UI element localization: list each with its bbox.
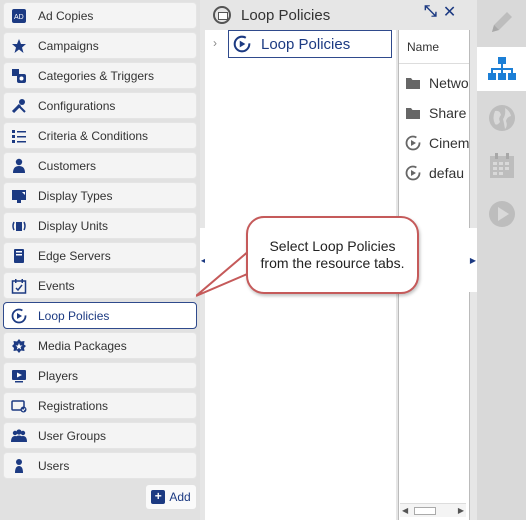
close-icon[interactable]: ✕ — [443, 2, 456, 22]
resource-item-loop-policies[interactable]: Loop Policies — [3, 302, 197, 329]
resource-item-categories-triggers[interactable]: Categories & Triggers — [3, 62, 197, 89]
resource-item-label: Media Packages — [38, 338, 127, 353]
pencil-icon — [491, 12, 512, 32]
scrollbar-thumb[interactable] — [414, 507, 436, 515]
user-groups-icon — [10, 427, 28, 445]
resource-item-label: Display Types — [38, 188, 113, 203]
resource-item-label: Configurations — [38, 98, 116, 113]
scroll-left-icon[interactable]: ◀ — [402, 506, 408, 515]
tab-calendar[interactable] — [477, 144, 526, 188]
list-item[interactable]: Share — [399, 98, 469, 128]
calendar-icon — [489, 153, 514, 178]
resource-item-display-types[interactable]: Display Types — [3, 182, 197, 209]
resource-item-display-units[interactable]: Display Units — [3, 212, 197, 239]
loop-policy-icon — [233, 35, 251, 53]
list-item-label: defau — [429, 165, 465, 181]
column-header-name[interactable]: Name — [399, 30, 469, 64]
list-item[interactable]: Netwo — [399, 68, 469, 98]
tab-globe[interactable] — [477, 96, 526, 140]
calendar-check-icon — [10, 277, 28, 295]
collapse-icon[interactable]: ⤡ — [424, 3, 437, 21]
resource-item-media-packages[interactable]: Media Packages — [3, 332, 197, 359]
add-button-label: Add — [169, 490, 191, 504]
resource-item-players[interactable]: Players — [3, 362, 197, 389]
resource-item-label: Players — [38, 368, 79, 383]
resource-item-label: Events — [38, 278, 75, 293]
svg-text:AD: AD — [14, 14, 24, 21]
resource-item-label: Ad Copies — [38, 8, 94, 23]
player-icon — [10, 367, 28, 385]
customer-icon — [10, 157, 28, 175]
folder-icon — [213, 6, 231, 24]
resource-item-label: User Groups — [38, 428, 107, 443]
server-icon — [10, 247, 28, 265]
list-item-label: Cinem — [429, 135, 470, 151]
loop-policy-icon — [10, 307, 28, 325]
loop-policy-icon — [405, 165, 421, 181]
resource-item-criteria-conditions[interactable]: Criteria & Conditions — [3, 122, 197, 149]
scroll-right-icon[interactable]: ▶ — [458, 506, 464, 515]
column-header-label: Name — [407, 39, 440, 54]
side-tab-bar — [477, 0, 526, 520]
plus-icon: + — [151, 490, 166, 504]
resource-item-edge-servers[interactable]: Edge Servers — [3, 242, 197, 269]
resource-item-label: Categories & Triggers — [38, 68, 155, 83]
resource-item-campaigns[interactable]: Campaigns — [3, 32, 197, 59]
tab-play[interactable] — [477, 192, 526, 236]
resource-item-customers[interactable]: Customers — [3, 152, 197, 179]
loop-policy-icon — [405, 135, 421, 151]
app-window: AD Ad Copies Campaigns Categories & Trig… — [0, 0, 526, 520]
wrench-icon — [10, 97, 28, 115]
categories-icon — [10, 67, 28, 85]
resource-item-registrations[interactable]: Registrations — [3, 392, 197, 419]
resource-item-users[interactable]: Users — [3, 452, 197, 479]
play-icon — [488, 201, 515, 227]
tree-panel-title: Loop Policies — [241, 6, 331, 24]
resource-item-label: Loop Policies — [38, 308, 110, 323]
media-package-icon — [10, 337, 28, 355]
resource-item-label: Users — [38, 458, 70, 473]
resource-item-ad-copies[interactable]: AD Ad Copies — [3, 2, 197, 29]
registration-icon — [10, 397, 28, 415]
display-type-icon — [10, 187, 28, 205]
collapse-right-handle[interactable]: ▶ — [469, 228, 477, 292]
instruction-callout: Select Loop Policies from the resource t… — [246, 216, 419, 294]
star-icon — [10, 37, 28, 55]
resource-item-label: Campaigns — [38, 38, 99, 53]
list-item-label: Netwo — [429, 75, 469, 91]
list-item[interactable]: defau — [399, 158, 469, 188]
display-unit-icon — [10, 217, 28, 235]
criteria-icon — [10, 127, 28, 145]
list-item[interactable]: Cinem — [399, 128, 469, 158]
folder-icon — [406, 108, 420, 119]
tab-edit[interactable] — [477, 0, 526, 44]
user-icon — [10, 457, 28, 475]
resource-list: AD Ad Copies Campaigns Categories & Trig… — [0, 0, 200, 520]
callout-text: Select Loop Policies from the resource t… — [260, 238, 405, 271]
tab-hierarchy[interactable] — [477, 47, 526, 91]
chevron-right-icon[interactable]: › — [213, 36, 217, 50]
add-button[interactable]: + Add — [146, 485, 196, 509]
resource-item-label: Display Units — [38, 218, 109, 233]
tree-node-label: Loop Policies — [261, 35, 351, 53]
resource-item-label: Customers — [38, 158, 97, 173]
folder-icon — [406, 78, 420, 89]
caret-right-icon: ▶ — [469, 255, 477, 265]
tree-node-loop-policies[interactable]: Loop Policies — [228, 30, 392, 58]
panel-controls: ⤡ ✕ — [424, 2, 456, 22]
resource-item-events[interactable]: Events — [3, 272, 197, 299]
horizontal-scrollbar[interactable]: ◀ ▶ — [400, 503, 466, 517]
resource-item-label: Edge Servers — [38, 248, 111, 263]
globe-icon — [488, 105, 515, 131]
list-item-label: Share — [429, 105, 467, 121]
resource-item-label: Criteria & Conditions — [38, 128, 149, 143]
hierarchy-icon — [487, 57, 516, 80]
ad-copies-icon: AD — [10, 7, 28, 25]
resource-item-configurations[interactable]: Configurations — [3, 92, 197, 119]
resource-item-label: Registrations — [38, 398, 109, 413]
resource-item-user-groups[interactable]: User Groups — [3, 422, 197, 449]
